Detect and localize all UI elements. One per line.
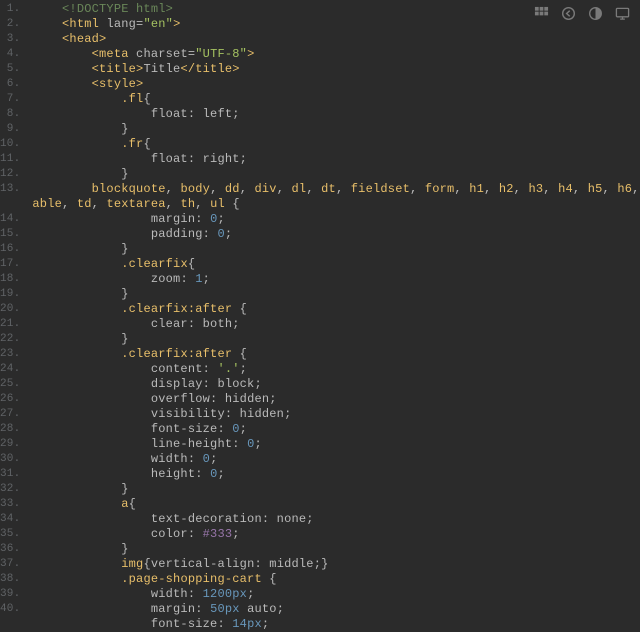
code-area[interactable]: <!DOCTYPE html> <html lang="en"> <head> … bbox=[28, 0, 640, 620]
line-number: 24. bbox=[0, 362, 20, 377]
code-line[interactable]: .clearfix:after { bbox=[32, 347, 640, 362]
line-number: 8. bbox=[0, 107, 20, 122]
line-number: 31. bbox=[0, 467, 20, 482]
code-line[interactable]: overflow: hidden; bbox=[32, 392, 640, 407]
line-number: 4. bbox=[0, 47, 20, 62]
line-number: 38. bbox=[0, 572, 20, 587]
line-number-gutter: 1.2.3.4.5.6.7.8.9.10.11.12.13.14.15.16.1… bbox=[0, 0, 28, 620]
line-number: 26. bbox=[0, 392, 20, 407]
line-number: 18. bbox=[0, 272, 20, 287]
code-line[interactable]: line-height: 0; bbox=[32, 437, 640, 452]
grid-icon[interactable] bbox=[534, 6, 549, 21]
back-icon[interactable] bbox=[561, 6, 576, 21]
line-number: 11. bbox=[0, 152, 20, 167]
code-line[interactable]: height: 0; bbox=[32, 467, 640, 482]
line-number: 30. bbox=[0, 452, 20, 467]
code-line[interactable]: padding: 0; bbox=[32, 227, 640, 242]
code-line[interactable]: } bbox=[32, 542, 640, 557]
code-line[interactable]: .fl{ bbox=[32, 92, 640, 107]
line-number: 9. bbox=[0, 122, 20, 137]
code-line[interactable]: .page-shopping-cart { bbox=[32, 572, 640, 587]
code-line[interactable]: float: right; bbox=[32, 152, 640, 167]
code-line[interactable]: font-size: 0; bbox=[32, 422, 640, 437]
line-number: 34. bbox=[0, 512, 20, 527]
code-line[interactable]: font-size: 14px; bbox=[32, 617, 640, 632]
code-line[interactable]: color: #333; bbox=[32, 527, 640, 542]
monitor-icon[interactable] bbox=[615, 6, 630, 21]
line-number: 28. bbox=[0, 422, 20, 437]
code-line[interactable]: } bbox=[32, 122, 640, 137]
code-line[interactable]: clear: both; bbox=[32, 317, 640, 332]
line-number: 23. bbox=[0, 347, 20, 362]
code-line[interactable]: <meta charset="UTF-8"> bbox=[32, 47, 640, 62]
code-line[interactable]: } bbox=[32, 287, 640, 302]
line-number: 20. bbox=[0, 302, 20, 317]
code-line[interactable]: img{vertical-align: middle;} bbox=[32, 557, 640, 572]
line-number: 13. bbox=[0, 182, 20, 197]
editor-toolbar bbox=[534, 6, 630, 21]
line-number-blank bbox=[0, 197, 20, 212]
code-line[interactable]: } bbox=[32, 332, 640, 347]
line-number: 32. bbox=[0, 482, 20, 497]
code-line[interactable]: content: '.'; bbox=[32, 362, 640, 377]
line-number: 1. bbox=[0, 2, 20, 17]
line-number: 6. bbox=[0, 77, 20, 92]
code-line[interactable]: <head> bbox=[32, 32, 640, 47]
line-number: 10. bbox=[0, 137, 20, 152]
code-line[interactable]: .clearfix{ bbox=[32, 257, 640, 272]
code-line[interactable]: margin: 50px auto; bbox=[32, 602, 640, 617]
code-line[interactable]: margin: 0; bbox=[32, 212, 640, 227]
code-line[interactable]: able, td, textarea, th, ul { bbox=[32, 197, 640, 212]
line-number: 12. bbox=[0, 167, 20, 182]
code-line[interactable]: .clearfix:after { bbox=[32, 302, 640, 317]
code-line[interactable]: display: block; bbox=[32, 377, 640, 392]
line-number: 25. bbox=[0, 377, 20, 392]
line-number: 36. bbox=[0, 542, 20, 557]
line-number: 2. bbox=[0, 17, 20, 32]
contrast-icon[interactable] bbox=[588, 6, 603, 21]
code-line[interactable]: a{ bbox=[32, 497, 640, 512]
code-editor[interactable]: 1.2.3.4.5.6.7.8.9.10.11.12.13.14.15.16.1… bbox=[0, 0, 640, 620]
code-line[interactable]: float: left; bbox=[32, 107, 640, 122]
line-number: 21. bbox=[0, 317, 20, 332]
line-number: 35. bbox=[0, 527, 20, 542]
line-number: 17. bbox=[0, 257, 20, 272]
code-line[interactable]: text-decoration: none; bbox=[32, 512, 640, 527]
code-line[interactable]: } bbox=[32, 482, 640, 497]
line-number: 14. bbox=[0, 212, 20, 227]
code-line[interactable]: } bbox=[32, 242, 640, 257]
line-number: 39. bbox=[0, 587, 20, 602]
code-line[interactable]: <style> bbox=[32, 77, 640, 92]
line-number: 27. bbox=[0, 407, 20, 422]
code-line[interactable]: visibility: hidden; bbox=[32, 407, 640, 422]
line-number: 22. bbox=[0, 332, 20, 347]
line-number: 7. bbox=[0, 92, 20, 107]
line-number: 40. bbox=[0, 602, 20, 617]
code-line[interactable]: zoom: 1; bbox=[32, 272, 640, 287]
code-line[interactable]: width: 1200px; bbox=[32, 587, 640, 602]
line-number: 37. bbox=[0, 557, 20, 572]
line-number: 19. bbox=[0, 287, 20, 302]
code-line[interactable]: <title>Title</title> bbox=[32, 62, 640, 77]
code-line[interactable]: width: 0; bbox=[32, 452, 640, 467]
line-number: 33. bbox=[0, 497, 20, 512]
code-line[interactable]: .fr{ bbox=[32, 137, 640, 152]
line-number: 15. bbox=[0, 227, 20, 242]
line-number: 5. bbox=[0, 62, 20, 77]
line-number: 3. bbox=[0, 32, 20, 47]
line-number: 16. bbox=[0, 242, 20, 257]
line-number: 29. bbox=[0, 437, 20, 452]
code-line[interactable]: blockquote, body, dd, div, dl, dt, field… bbox=[32, 182, 640, 197]
code-line[interactable]: } bbox=[32, 167, 640, 182]
